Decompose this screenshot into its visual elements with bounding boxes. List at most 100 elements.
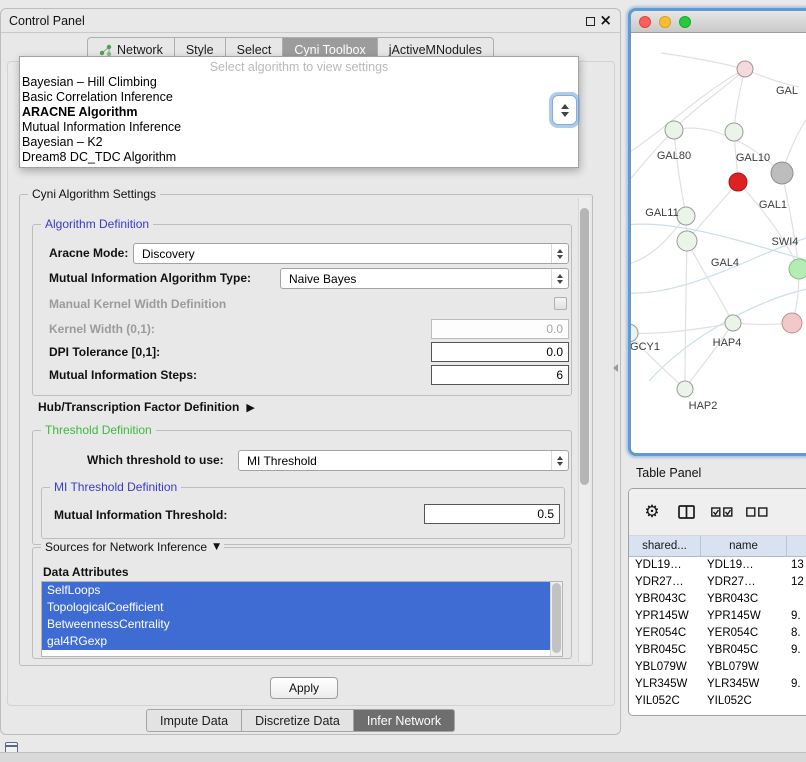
- table-row[interactable]: YBR045C YBR045C 9.: [629, 642, 806, 659]
- cell: YBL079W: [701, 659, 787, 676]
- expand-arrow-icon: ▶: [246, 401, 254, 414]
- cell: YLR345W: [701, 676, 787, 693]
- network-node[interactable]: [789, 259, 806, 279]
- manual-kernel-checkbox[interactable]: [554, 297, 567, 310]
- mi-threshold-group: MI Threshold Definition Mutual Informati…: [41, 487, 565, 539]
- network-node[interactable]: [677, 381, 693, 397]
- cell: YBR043C: [701, 591, 787, 608]
- table-panel-window: ⚙ shared... name: [628, 488, 806, 716]
- deselect-all-icon[interactable]: [744, 499, 770, 525]
- zoom-window-icon[interactable]: [679, 16, 691, 28]
- threshold-definition-legend: Threshold Definition: [41, 423, 156, 437]
- dropdown-option[interactable]: Dream8 DC_TDC Algorithm: [20, 150, 578, 165]
- network-window-titlebar[interactable]: [631, 11, 806, 33]
- mi-type-combobox[interactable]: Naive Bayes: [280, 268, 569, 289]
- network-node[interactable]: [677, 231, 697, 251]
- column-header-shared[interactable]: shared...: [629, 536, 701, 556]
- table-panel-title: Table Panel: [636, 466, 701, 480]
- mi-threshold-input[interactable]: [424, 504, 560, 524]
- data-attributes-list: SelfLoops TopologicalCoefficient Between…: [41, 581, 563, 657]
- table-row[interactable]: YDL19… YDL19… 13: [629, 557, 806, 574]
- cell: YIL052C: [701, 693, 787, 710]
- dropdown-option[interactable]: Bayesian – Hill Climbing: [20, 75, 578, 90]
- table-row[interactable]: YIL052C YIL052C: [629, 693, 806, 710]
- columns-icon[interactable]: [674, 499, 700, 525]
- dropdown-option[interactable]: Bayesian – K2: [20, 135, 578, 150]
- algorithm-combobox-stepper[interactable]: [552, 95, 577, 125]
- table-row[interactable]: YBR043C YBR043C: [629, 591, 806, 608]
- mi-threshold-legend: MI Threshold Definition: [50, 480, 181, 494]
- tab-discretize-data[interactable]: Discretize Data: [242, 709, 354, 732]
- tab-infer-network[interactable]: Infer Network: [354, 709, 455, 732]
- table-row[interactable]: YER054C YER054C 8.: [629, 625, 806, 642]
- minimize-window-icon[interactable]: [659, 16, 671, 28]
- table-toolbar: ⚙: [629, 489, 806, 536]
- which-threshold-combobox[interactable]: MI Threshold: [238, 450, 569, 471]
- network-node-selected[interactable]: [729, 173, 747, 191]
- list-scrollbar-thumb[interactable]: [552, 583, 561, 653]
- kernel-width-input[interactable]: [431, 319, 569, 339]
- close-panel-icon[interactable]: ×: [599, 12, 612, 28]
- network-canvas[interactable]: GAL GAL80 GAL10 GAL11 GAL1 SWI4 GAL4 GCY…: [631, 33, 806, 453]
- algorithm-definition-legend: Algorithm Definition: [41, 217, 153, 231]
- table-header: shared... name: [629, 536, 806, 557]
- mi-steps-input[interactable]: [431, 365, 569, 385]
- dropdown-option[interactable]: Mutual Information Inference: [20, 120, 578, 135]
- tab-label: Select: [237, 43, 272, 57]
- network-node-hub[interactable]: [771, 162, 793, 184]
- stepper-down-icon: [561, 112, 569, 117]
- cell: YBR043C: [629, 591, 701, 608]
- stepper-up-icon: [561, 104, 569, 109]
- network-view-window: GAL GAL80 GAL10 GAL11 GAL1 SWI4 GAL4 GCY…: [628, 8, 806, 456]
- cell: 9.: [787, 608, 806, 625]
- settings-scrollbar[interactable]: [578, 198, 590, 662]
- hub-definition-label: Hub/Transcription Factor Definition: [38, 400, 239, 414]
- cell: 9.: [787, 676, 806, 693]
- dpi-tolerance-input[interactable]: [431, 342, 569, 362]
- float-window-icon[interactable]: [586, 17, 595, 26]
- node-label: GAL10: [736, 152, 770, 164]
- node-label: GAL4: [711, 257, 739, 269]
- close-window-icon[interactable]: [639, 16, 651, 28]
- network-node[interactable]: [725, 315, 741, 331]
- network-node[interactable]: [665, 121, 683, 139]
- node-label: HAP2: [689, 400, 718, 412]
- table-row[interactable]: YDR27… YDR27… 12: [629, 574, 806, 591]
- cell: YBR045C: [629, 642, 701, 659]
- dropdown-option[interactable]: Basic Correlation Inference: [20, 90, 578, 105]
- cell: [787, 693, 806, 710]
- network-node[interactable]: [782, 313, 802, 333]
- network-node[interactable]: [737, 61, 753, 77]
- mi-type-label: Mutual Information Algorithm Type:: [49, 271, 251, 285]
- sources-legend[interactable]: Sources for Network Inference ▼: [41, 540, 224, 554]
- column-header-extra[interactable]: [787, 536, 806, 556]
- gear-icon[interactable]: ⚙: [639, 499, 665, 525]
- tab-impute-data[interactable]: Impute Data: [146, 709, 242, 732]
- table-row[interactable]: YLR345W YLR345W 9.: [629, 676, 806, 693]
- attribute-item-selected[interactable]: SelfLoops: [42, 582, 550, 599]
- tab-label: Cyni Toolbox: [294, 43, 365, 57]
- network-node[interactable]: [631, 324, 638, 342]
- aracne-mode-combobox[interactable]: Discovery: [133, 243, 569, 264]
- table-row[interactable]: YBL079W YBL079W: [629, 659, 806, 676]
- network-node[interactable]: [677, 207, 695, 225]
- dropdown-option-selected[interactable]: ARACNE Algorithm: [20, 105, 578, 120]
- attribute-item-selected[interactable]: TopologicalCoefficient: [42, 599, 550, 616]
- list-scrollbar[interactable]: [550, 582, 562, 656]
- hub-definition-expander[interactable]: Hub/Transcription Factor Definition ▶: [38, 400, 255, 414]
- cell: YLR345W: [629, 676, 701, 693]
- attribute-item-selected[interactable]: BetweennessCentrality: [42, 616, 550, 633]
- network-node[interactable]: [725, 123, 743, 141]
- tab-label: Discretize Data: [255, 714, 340, 728]
- settings-scrollbar-thumb[interactable]: [580, 208, 589, 485]
- column-header-name[interactable]: name: [701, 536, 787, 556]
- table-row[interactable]: YPR145W YPR145W 9.: [629, 608, 806, 625]
- kernel-width-label: Kernel Width (0,1):: [49, 322, 155, 336]
- select-all-icon[interactable]: [709, 499, 735, 525]
- apply-button[interactable]: Apply: [270, 677, 338, 699]
- data-attributes-label: Data Attributes: [43, 565, 129, 579]
- attribute-item-selected[interactable]: gal4RGexp: [42, 633, 550, 650]
- node-label: GAL11: [645, 207, 678, 219]
- panel-collapse-handle[interactable]: [613, 364, 618, 372]
- cell: YDL19…: [701, 557, 787, 574]
